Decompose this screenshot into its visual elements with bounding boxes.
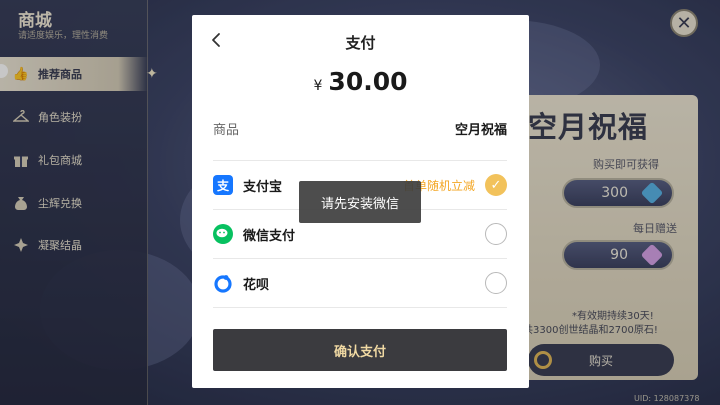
wechat-icon [213,224,233,244]
dialog-title: 支付 [345,34,376,52]
toast-message: 请先安装微信 [299,181,421,223]
currency-symbol: ¥ [313,78,323,94]
confirm-payment-button[interactable]: 确认支付 [213,329,507,371]
goods-label: 商品 [213,123,240,138]
payment-option-label: 支付宝 [243,179,283,195]
amount-value: 30.00 [328,67,408,96]
divider [213,307,507,308]
radio-unchecked[interactable] [485,223,507,245]
alipay-icon: 支 [213,175,233,195]
radio-unchecked[interactable] [485,272,507,294]
goods-value: 空月祝福 [454,123,507,138]
payment-amount: ¥30.00 [192,67,529,96]
radio-checked[interactable]: ✓ [485,174,507,196]
payment-option-huabei[interactable]: 花呗 [213,259,507,307]
payment-option-label: 花呗 [243,277,270,293]
huabei-icon [213,273,233,293]
payment-option-label: 微信支付 [243,228,296,244]
